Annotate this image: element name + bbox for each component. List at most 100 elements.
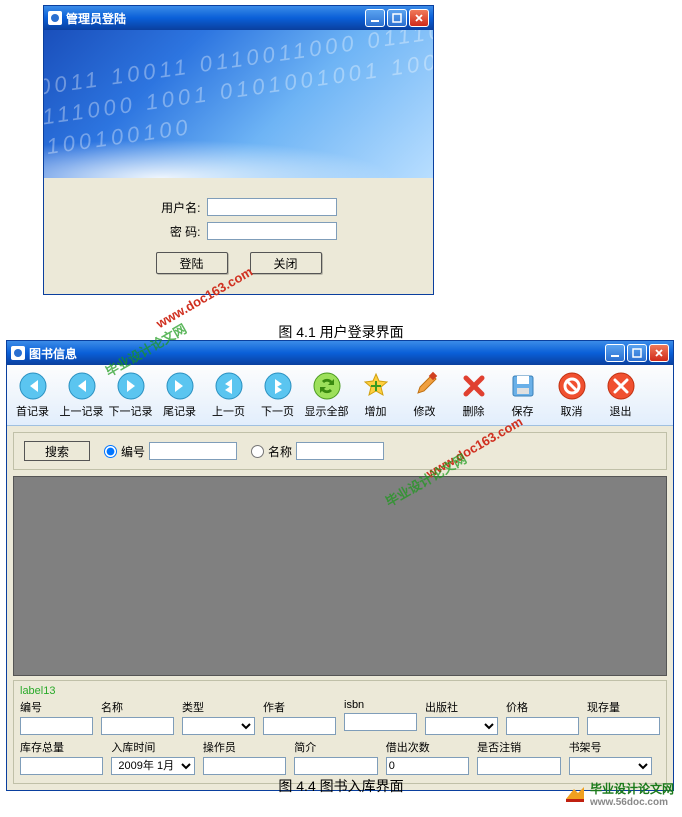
- field-label: isbn: [344, 699, 417, 711]
- field-label: 作者: [263, 699, 336, 715]
- toolbar-prev-button[interactable]: 上一记录: [58, 369, 105, 421]
- fields-panel: label13 编号名称类型作者 isbn 出版社价格现存量 库存总量入库时间 200…: [13, 680, 667, 784]
- toolbar-label: 下一页: [261, 403, 294, 419]
- field-类型: 类型: [182, 699, 255, 735]
- field-label: 书架号: [569, 739, 652, 755]
- toolbar-delete-button[interactable]: 删除: [450, 369, 497, 421]
- field-借出次数: 借出次数: [386, 739, 469, 775]
- toolbar-save-button[interactable]: 保存: [499, 369, 546, 421]
- search-button[interactable]: 搜索: [24, 441, 90, 461]
- toolbar-add-button[interactable]: 增加: [352, 369, 399, 421]
- next-icon: [116, 371, 146, 401]
- minimize-button[interactable]: [605, 344, 625, 362]
- search-by-id-radio[interactable]: [104, 445, 117, 458]
- username-input[interactable]: [207, 198, 337, 216]
- field-label: 价格: [506, 699, 579, 715]
- field-入库时间: 入库时间 2009年 1月 2日: [111, 739, 194, 775]
- login-window: 管理员登陆 用户名: 密 码: 登陆 关闭: [43, 5, 434, 295]
- field-label: 库存总量: [20, 739, 103, 755]
- toolbar-label: 上一记录: [60, 403, 104, 419]
- field-书架号: 书架号: [569, 739, 652, 775]
- window-title: 管理员登陆: [66, 10, 365, 27]
- field-input-简介[interactable]: [294, 757, 377, 775]
- maximize-button[interactable]: [627, 344, 647, 362]
- field-是否注销: 是否注销: [477, 739, 560, 775]
- close-form-button[interactable]: 关闭: [250, 252, 322, 274]
- toolbar-label: 退出: [610, 403, 632, 419]
- field-名称: 名称: [101, 699, 174, 735]
- field-label: 是否注销: [477, 739, 560, 755]
- field-label: 简介: [294, 739, 377, 755]
- toolbar-next-button[interactable]: 下一记录: [107, 369, 154, 421]
- field-input-现存量[interactable]: [587, 717, 660, 735]
- search-name-input[interactable]: [296, 442, 384, 460]
- book-icon: [564, 785, 586, 803]
- add-icon: [361, 371, 391, 401]
- field-isbn: isbn: [344, 699, 417, 735]
- field-label: 入库时间: [111, 739, 194, 755]
- toolbar-refresh-button[interactable]: 显示全部: [303, 369, 350, 421]
- field-input-借出次数[interactable]: [386, 757, 469, 775]
- field-input-是否注销[interactable]: [477, 757, 560, 775]
- field-input-价格[interactable]: [506, 717, 579, 735]
- edit-icon: [410, 371, 440, 401]
- field-input-编号[interactable]: [20, 717, 93, 735]
- field-input-出版社[interactable]: [425, 717, 498, 735]
- field-label: 编号: [20, 699, 93, 715]
- toolbar-label: 下一记录: [109, 403, 153, 419]
- minimize-button[interactable]: [365, 9, 385, 27]
- titlebar: 管理员登陆: [44, 6, 433, 30]
- close-button[interactable]: [409, 9, 429, 27]
- toolbar: 首记录上一记录下一记录尾记录上一页下一页显示全部增加修改删除保存取消退出: [7, 365, 673, 426]
- app-icon: [11, 346, 25, 360]
- toolbar-last-button[interactable]: 尾记录: [156, 369, 203, 421]
- search-by-name-radio[interactable]: [251, 445, 264, 458]
- last-icon: [165, 371, 195, 401]
- window-title: 图书信息: [29, 345, 605, 362]
- prev-icon: [67, 371, 97, 401]
- data-grid[interactable]: [13, 476, 667, 676]
- close-button[interactable]: [649, 344, 669, 362]
- field-简介: 简介: [294, 739, 377, 775]
- toolbar-pageup-button[interactable]: 上一页: [205, 369, 252, 421]
- search-by-name-label: 名称: [268, 443, 292, 460]
- toolbar-edit-button[interactable]: 修改: [401, 369, 448, 421]
- field-input-名称[interactable]: [101, 717, 174, 735]
- panel-label: label13: [20, 685, 660, 697]
- maximize-button[interactable]: [387, 9, 407, 27]
- field-input-书架号[interactable]: [569, 757, 652, 775]
- field-出版社: 出版社: [425, 699, 498, 735]
- app-icon: [48, 11, 62, 25]
- field-input-类型[interactable]: [182, 717, 255, 735]
- field-input-入库时间[interactable]: 2009年 1月 2日: [111, 757, 194, 775]
- field-label: 出版社: [425, 699, 498, 715]
- toolbar-label: 尾记录: [163, 403, 196, 419]
- field-label: 类型: [182, 699, 255, 715]
- login-button[interactable]: 登陆: [156, 252, 228, 274]
- toolbar-label: 增加: [365, 403, 387, 419]
- toolbar-label: 显示全部: [305, 403, 349, 419]
- field-input-库存总量[interactable]: [20, 757, 103, 775]
- login-form: 用户名: 密 码: 登陆 关闭: [44, 178, 433, 294]
- figure-caption-1: 图 4.1 用户登录界面: [0, 322, 682, 342]
- password-input[interactable]: [207, 222, 337, 240]
- field-input-isbn[interactable]: [344, 713, 417, 731]
- field-input-作者[interactable]: [263, 717, 336, 735]
- search-bar: 搜索 编号 名称: [13, 432, 667, 470]
- field-label: 借出次数: [386, 739, 469, 755]
- toolbar-cancel-button[interactable]: 取消: [548, 369, 595, 421]
- field-作者: 作者: [263, 699, 336, 735]
- field-现存量: 现存量: [587, 699, 660, 735]
- toolbar-label: 首记录: [16, 403, 49, 419]
- toolbar-exit-button[interactable]: 退出: [597, 369, 644, 421]
- search-id-input[interactable]: [149, 442, 237, 460]
- pagedown-icon: [263, 371, 293, 401]
- toolbar-label: 删除: [463, 403, 485, 419]
- field-库存总量: 库存总量: [20, 739, 103, 775]
- field-input-操作员[interactable]: [203, 757, 286, 775]
- first-icon: [18, 371, 48, 401]
- banner-image: [44, 30, 433, 178]
- toolbar-pagedown-button[interactable]: 下一页: [254, 369, 301, 421]
- field-价格: 价格: [506, 699, 579, 735]
- toolbar-first-button[interactable]: 首记录: [9, 369, 56, 421]
